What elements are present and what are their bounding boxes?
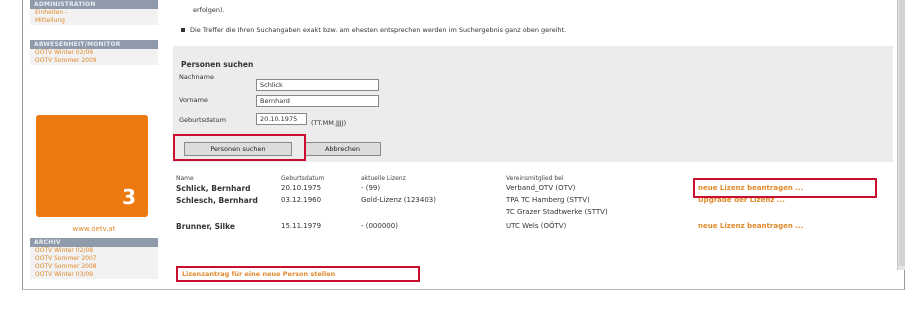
lastname-input[interactable]: Schlick xyxy=(256,79,379,91)
intro-text-line: erfolgen). xyxy=(193,6,225,14)
row-name: Brunner, Silke xyxy=(176,222,235,231)
scrollbar-thumb[interactable] xyxy=(899,0,905,266)
highlight-new-license xyxy=(693,178,877,198)
firstname-label: Vorname xyxy=(179,96,208,104)
sidebar-link[interactable]: OÖTV Winter 02/09 xyxy=(30,49,158,57)
row-club-secondary: TC Grazer Stadtwerke (STTV) xyxy=(506,208,608,216)
row-name: Schlesch, Bernhard xyxy=(176,196,258,205)
birthdate-label: Geburtsdatum xyxy=(179,116,226,124)
lastname-label: Nachname xyxy=(179,73,214,81)
sidebar-link[interactable]: Mitteilung xyxy=(30,17,158,25)
sidebar-link[interactable]: OÖTV Winter 03/09 xyxy=(30,271,158,279)
sidebar-link[interactable]: Einheiten - xyxy=(30,9,158,17)
vertical-scrollbar[interactable] xyxy=(897,0,905,270)
row-license: Gold-Lizenz (123403) xyxy=(361,196,436,204)
sidebar-section-archive: ARCHIV OÖTV Winter 02/08 OÖTV Sommer 200… xyxy=(30,238,158,279)
sidebar-link[interactable]: OÖTV Sommer 2007 xyxy=(30,255,158,263)
left-sidebar: ADMINISTRATION Einheiten - Mitteilung AB… xyxy=(30,0,158,290)
row-birthdate: 20.10.1975 xyxy=(281,184,322,192)
highlight-search-button xyxy=(173,134,306,161)
intro-text: Die Treffer die Ihren Suchangaben exakt … xyxy=(190,26,567,34)
promo-banner[interactable]: 3 xyxy=(36,115,148,217)
sidebar-link[interactable]: OÖTV Sommer 2008 xyxy=(30,263,158,271)
col-header-name: Name xyxy=(176,175,194,182)
row-license: - (000000) xyxy=(361,222,398,230)
sidebar-heading: ARCHIV xyxy=(30,238,158,247)
sidebar-link[interactable]: OÖTV Sommer 2009 xyxy=(30,57,158,65)
sidebar-section-administration: ADMINISTRATION Einheiten - Mitteilung xyxy=(30,0,158,25)
promo-number: 3 xyxy=(122,185,136,209)
col-header-birthdate: Geburtsdatum xyxy=(281,175,325,182)
sidebar-link[interactable]: OÖTV Winter 02/08 xyxy=(30,247,158,255)
firstname-input[interactable]: Bernhard xyxy=(256,95,379,107)
sidebar-heading: ABWESENHEIT/MONITOR xyxy=(30,40,158,49)
row-birthdate: 03.12.1960 xyxy=(281,196,322,204)
website-link[interactable]: www.oetv.at xyxy=(30,225,158,233)
row-club: UTC Wels (OÖTV) xyxy=(506,222,567,230)
row-birthdate: 15.11.1979 xyxy=(281,222,322,230)
row-club: TPA TC Hamberg (STTV) xyxy=(506,196,590,204)
sidebar-heading: ADMINISTRATION xyxy=(30,0,158,9)
new-license-link[interactable]: neue Lizenz beantragen ... xyxy=(698,222,803,230)
sidebar-section-monitor: ABWESENHEIT/MONITOR OÖTV Winter 02/09 OÖ… xyxy=(30,40,158,65)
new-person-license-link[interactable]: Lizenzantrag für eine neue Person stelle… xyxy=(176,266,420,282)
main-content: erfolgen). Die Treffer die Ihren Suchang… xyxy=(173,0,893,290)
birthdate-input[interactable]: 20.10.1975 xyxy=(256,113,307,125)
row-club: Verband_OTV (OTV) xyxy=(506,184,576,192)
search-title: Personen suchen xyxy=(181,60,254,69)
intro-text-bullet: Die Treffer die Ihren Suchangaben exakt … xyxy=(181,26,566,34)
bullet-icon xyxy=(181,28,185,32)
col-header-license: aktuelle Lizenz xyxy=(361,175,406,182)
cancel-button[interactable]: Abbrechen xyxy=(304,142,381,156)
row-name: Schlick, Bernhard xyxy=(176,184,251,193)
screenshot-frame: ADMINISTRATION Einheiten - Mitteilung AB… xyxy=(0,0,917,321)
birthdate-format-hint: (TT.MM.JJJJ) xyxy=(311,119,347,127)
row-license: - (99) xyxy=(361,184,381,192)
col-header-club: Vereinsmitglied bei xyxy=(506,175,564,182)
